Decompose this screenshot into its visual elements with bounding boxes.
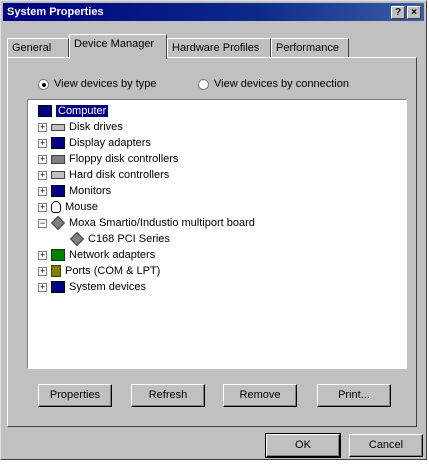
refresh-button[interactable]: Refresh	[131, 384, 205, 407]
cancel-button[interactable]: Cancel	[349, 434, 423, 457]
display-adapter-icon	[51, 137, 65, 149]
tree-item-label: Monitors	[69, 185, 112, 197]
tree-item-floppy-controllers[interactable]: + Floppy disk controllers	[38, 151, 178, 167]
mouse-icon	[51, 201, 61, 213]
multiport-board-icon	[69, 231, 85, 247]
title-bar[interactable]: System Properties ? ×	[3, 3, 424, 21]
tab-label: Performance	[276, 42, 339, 54]
computer-icon	[38, 105, 52, 117]
tree-item-hard-disk-controllers[interactable]: + Hard disk controllers	[38, 167, 169, 183]
ports-icon	[51, 265, 61, 277]
expand-icon[interactable]: +	[38, 122, 47, 132]
tree-item-label: Display adapters	[69, 137, 151, 149]
hard-disk-controller-icon	[51, 171, 65, 179]
collapse-icon[interactable]: −	[38, 218, 47, 228]
tree-item-network-adapters[interactable]: + Network adapters	[38, 247, 155, 263]
expand-icon[interactable]: +	[38, 266, 47, 276]
tree-item-label: System devices	[69, 281, 147, 293]
tab-performance[interactable]: Performance	[271, 38, 349, 58]
properties-button[interactable]: Properties	[38, 384, 112, 407]
help-button[interactable]: ?	[391, 6, 405, 19]
tab-general[interactable]: General	[7, 38, 69, 58]
tree-item-monitors[interactable]: + Monitors	[38, 183, 111, 199]
tab-hardware-profiles[interactable]: Hardware Profiles	[167, 38, 271, 58]
expand-icon[interactable]: +	[38, 154, 47, 164]
floppy-controller-icon	[51, 154, 65, 164]
ok-button[interactable]: OK	[265, 433, 341, 458]
view-by-type-label: View devices by type	[54, 78, 157, 90]
tree-item-label: Hard disk controllers	[69, 169, 170, 181]
remove-button[interactable]: Remove	[223, 384, 297, 407]
print-button[interactable]: Print...	[317, 384, 391, 407]
expand-icon[interactable]: +	[38, 202, 47, 212]
tree-item-display-adapters[interactable]: + Display adapters	[38, 135, 151, 151]
expand-icon[interactable]: +	[38, 250, 47, 260]
network-adapter-icon	[51, 249, 65, 261]
tab-device-manager[interactable]: Device Manager	[69, 34, 167, 59]
close-button[interactable]: ×	[407, 6, 421, 19]
tree-item-label: C168 PCI Series	[88, 233, 170, 245]
tree-item-moxa-multiport[interactable]: − Moxa Smartio/Industio multiport board	[38, 215, 255, 231]
system-devices-icon	[51, 281, 65, 293]
tree-item-ports[interactable]: + Ports (COM & LPT)	[38, 263, 160, 279]
expand-icon[interactable]: +	[38, 138, 47, 148]
disk-drive-icon	[51, 123, 65, 131]
tree-item-label: Ports (COM & LPT)	[65, 265, 161, 277]
tree-item-mouse[interactable]: + Mouse	[38, 199, 98, 215]
tree-item-disk-drives[interactable]: + Disk drives	[38, 119, 123, 135]
tree-item-system-devices[interactable]: + System devices	[38, 279, 146, 295]
radio-view-by-type[interactable]	[38, 78, 49, 90]
device-tree[interactable]: Computer + Disk drives + Display adapter…	[27, 99, 407, 369]
tree-item-c168-pci[interactable]: C168 PCI Series	[69, 231, 170, 247]
radio-view-by-connection[interactable]	[198, 78, 209, 90]
monitor-icon	[51, 185, 65, 197]
tab-label: General	[12, 42, 52, 54]
tree-item-label: Network adapters	[69, 249, 156, 261]
tab-label: Device Manager	[74, 38, 155, 50]
expand-icon[interactable]: +	[38, 282, 47, 292]
expand-icon[interactable]: +	[38, 186, 47, 196]
tree-item-label: Mouse	[65, 201, 99, 213]
tree-item-computer[interactable]: Computer	[38, 103, 109, 119]
window-title: System Properties	[7, 6, 104, 18]
multiport-board-icon	[50, 215, 66, 231]
tree-item-label: Disk drives	[69, 121, 123, 133]
view-by-connection-label: View devices by connection	[214, 78, 349, 90]
view-by-connection-option[interactable]: View devices by connection	[198, 78, 349, 90]
tree-item-label: Moxa Smartio/Industio multiport board	[69, 217, 255, 229]
view-by-type-option[interactable]: View devices by type	[38, 78, 157, 90]
tree-item-label: Computer	[56, 105, 109, 117]
tab-label: Hardware Profiles	[172, 42, 260, 54]
expand-icon[interactable]: +	[38, 170, 47, 180]
tree-item-label: Floppy disk controllers	[69, 153, 179, 165]
system-properties-dialog: System Properties ? × General Device Man…	[0, 0, 427, 460]
